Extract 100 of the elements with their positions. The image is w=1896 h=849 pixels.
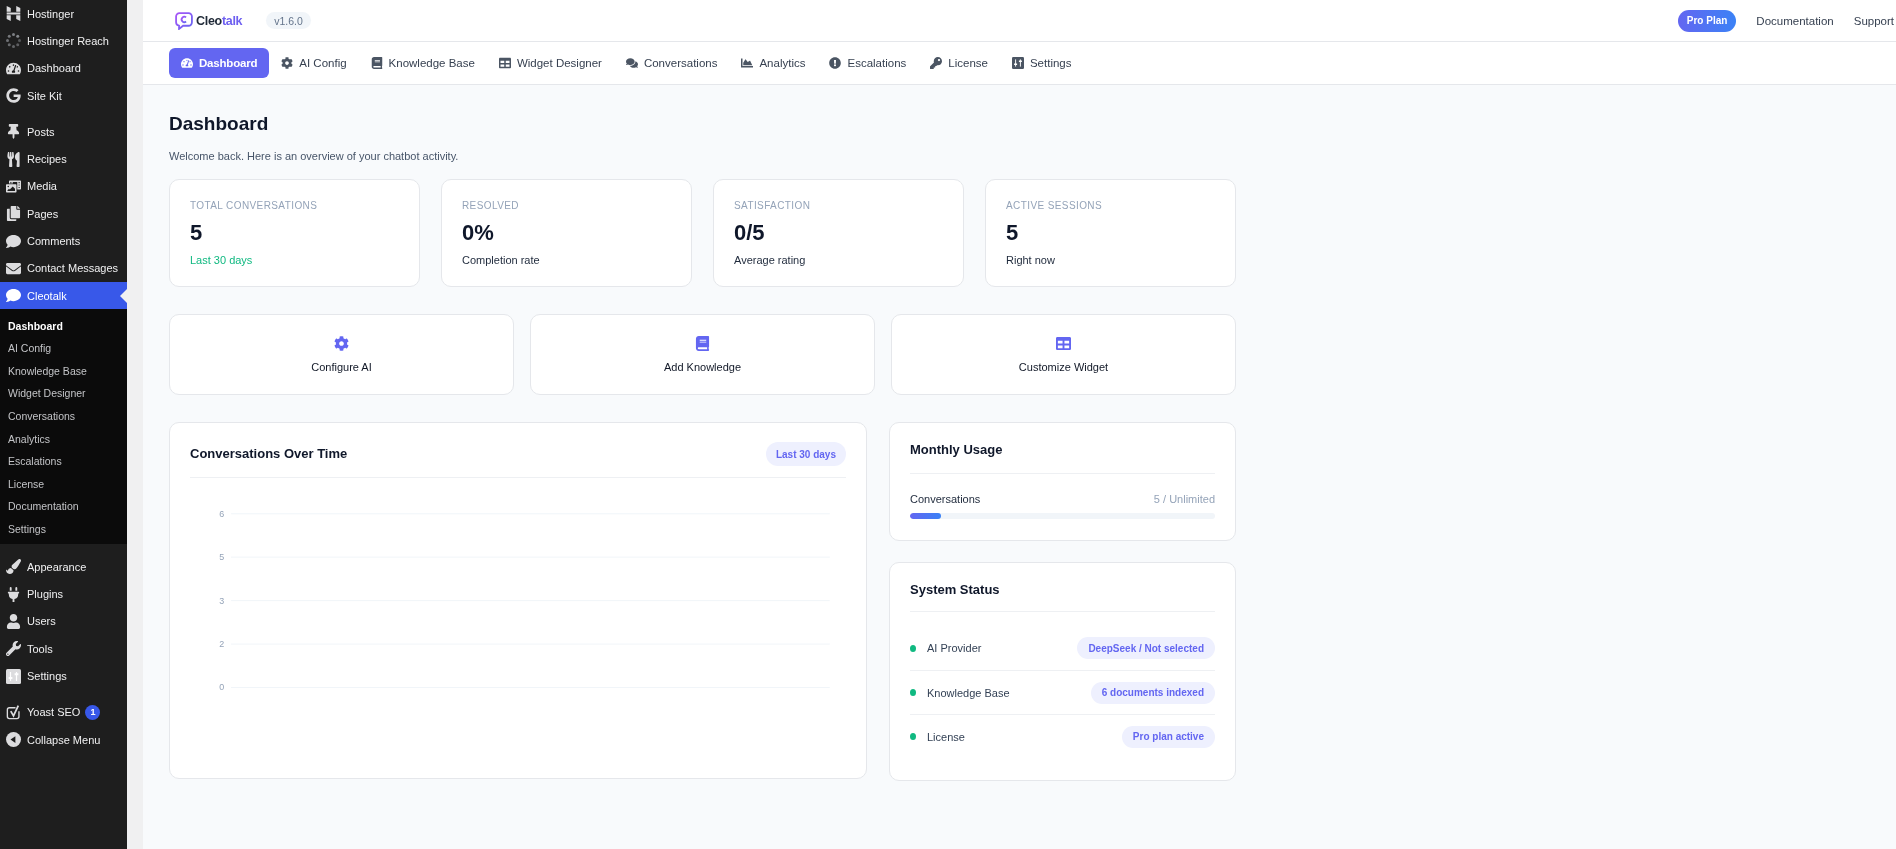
media-icon	[6, 178, 21, 194]
status-badge: Pro plan active	[1121, 725, 1215, 748]
table-icon	[1056, 336, 1071, 351]
stat-note: Average rating	[734, 253, 806, 267]
key-icon	[930, 57, 943, 69]
axis-label: 5	[219, 552, 225, 563]
count-badge: 1	[85, 704, 101, 720]
submenu-item[interactable]: License	[0, 472, 127, 495]
gear-icon	[281, 57, 294, 69]
sidebar-item[interactable]: Users	[0, 607, 127, 636]
book-icon	[370, 57, 383, 69]
submenu-item[interactable]: Conversations	[0, 404, 127, 428]
paintbrush-icon	[6, 559, 21, 575]
sidebar-item[interactable]: Hostinger	[0, 0, 127, 28]
collapse-icon	[6, 732, 21, 748]
tab[interactable]: Settings	[999, 48, 1084, 78]
book-icon	[695, 336, 710, 351]
usage-label: Conversations	[910, 492, 981, 506]
chat-bubbles-icon	[625, 57, 638, 69]
envelope-icon	[6, 260, 21, 276]
sidebar-item[interactable]: Settings	[0, 662, 127, 690]
sidebar-item[interactable]: Comments	[0, 227, 127, 255]
quick-action-button[interactable]: Configure AI	[169, 314, 514, 395]
stat-label: SATISFACTION	[734, 199, 811, 212]
sidebar-item[interactable]: Cleotalk	[0, 281, 127, 310]
gauge-icon	[6, 60, 21, 76]
sidebar-item[interactable]: Media	[0, 172, 127, 201]
sidebar-item[interactable]: Dashboard	[0, 54, 127, 82]
axis-label: 3	[219, 595, 225, 606]
speech-bubble-icon	[6, 288, 21, 304]
tab[interactable]: Dashboard	[169, 48, 270, 78]
submenu-item[interactable]: Widget Designer	[0, 382, 127, 405]
sidebar-item[interactable]: Collapse Menu	[0, 726, 127, 754]
header-link[interactable]: Documentation	[1756, 14, 1834, 27]
sidebar-item[interactable]: Tools	[0, 635, 127, 663]
tab[interactable]: License	[918, 48, 1000, 78]
sidebar-item[interactable]: Contact Messages	[0, 254, 127, 282]
sidebar-item[interactable]: Plugins	[0, 580, 127, 608]
status-label: Knowledge Base	[927, 686, 1010, 699]
logo-text: Cleotalk	[196, 13, 243, 28]
settings-icon	[1011, 57, 1024, 69]
g-logo-icon	[6, 88, 21, 104]
quick-action-button[interactable]: Add Knowledge	[530, 314, 875, 395]
pushpin-icon	[6, 124, 21, 140]
tab[interactable]: Knowledge Base	[358, 48, 487, 78]
stat-note: Last 30 days	[190, 253, 253, 267]
tab[interactable]: Widget Designer	[486, 48, 614, 78]
date-range-badge: Last 30 days	[765, 442, 846, 466]
header-link[interactable]: Support	[1853, 14, 1894, 27]
exclamation-icon	[829, 57, 842, 69]
submenu-item[interactable]: Escalations	[0, 449, 127, 473]
h-logo-icon	[6, 6, 21, 22]
tab[interactable]: Escalations	[817, 48, 919, 78]
card-title: Monthly Usage	[910, 442, 1003, 458]
axis-label: 6	[219, 508, 225, 519]
sidebar-item[interactable]: Yoast SEO 1	[0, 698, 127, 726]
status-badge: 6 documents indexed	[1090, 681, 1215, 704]
usage-reading: 5 / Unlimited	[1153, 492, 1215, 506]
plan-badge: Pro Plan	[1677, 9, 1737, 32]
submenu-item[interactable]: Analytics	[0, 427, 127, 450]
status-label: License	[927, 730, 965, 743]
tab[interactable]: AI Config	[269, 48, 359, 78]
quick-action-button[interactable]: Customize Widget	[891, 314, 1236, 395]
sidebar-item[interactable]: Pages	[0, 200, 127, 228]
tab[interactable]: Analytics	[729, 48, 818, 78]
stat-value: 5	[1006, 220, 1019, 246]
submenu-item[interactable]: AI Config	[0, 336, 127, 360]
dotted-ring-icon	[6, 33, 21, 49]
axis-label: 0	[219, 682, 225, 693]
page-subtitle: Welcome back. Here is an overview of your chatbot activity.	[169, 149, 460, 163]
stat-note: Right now	[1006, 253, 1055, 267]
stat-value: 5	[190, 220, 203, 246]
status-badge: DeepSeek / Not selected	[1077, 637, 1215, 659]
person-icon	[6, 613, 21, 629]
axis-label: 2	[219, 639, 225, 650]
submenu-item[interactable]: Settings	[0, 517, 127, 541]
tab[interactable]: Conversations	[613, 48, 730, 78]
stat-value: 0/5	[734, 220, 765, 246]
sidebar-item[interactable]: Posts	[0, 118, 127, 146]
stat-label: TOTAL CONVERSATIONS	[190, 199, 318, 212]
wrench-icon	[6, 641, 21, 657]
submenu-item[interactable]: Documentation	[0, 495, 127, 518]
chat-bubble-logo-icon	[175, 11, 193, 30]
stat-label: ACTIVE SESSIONS	[1006, 199, 1103, 212]
stat-note: Completion rate	[462, 253, 540, 267]
version-badge: v1.6.0	[266, 12, 311, 29]
submenu-item[interactable]: Dashboard	[0, 314, 127, 337]
submenu-item[interactable]: Knowledge Base	[0, 359, 127, 383]
utensils-icon	[6, 151, 21, 167]
card-title: System Status	[910, 582, 1000, 598]
plug-icon	[6, 586, 21, 602]
sidebar-item[interactable]: Appearance	[0, 553, 127, 581]
sidebar-item[interactable]: Recipes	[0, 145, 127, 173]
documents-icon	[6, 206, 21, 222]
sidebar-item[interactable]: Hostinger Reach	[0, 27, 127, 55]
page-title: Dashboard	[169, 112, 270, 135]
area-chart-icon	[741, 57, 754, 69]
sidebar-item[interactable]: Site Kit	[0, 81, 127, 110]
speech-bubble-icon	[6, 233, 21, 249]
settings-icon	[6, 668, 21, 684]
